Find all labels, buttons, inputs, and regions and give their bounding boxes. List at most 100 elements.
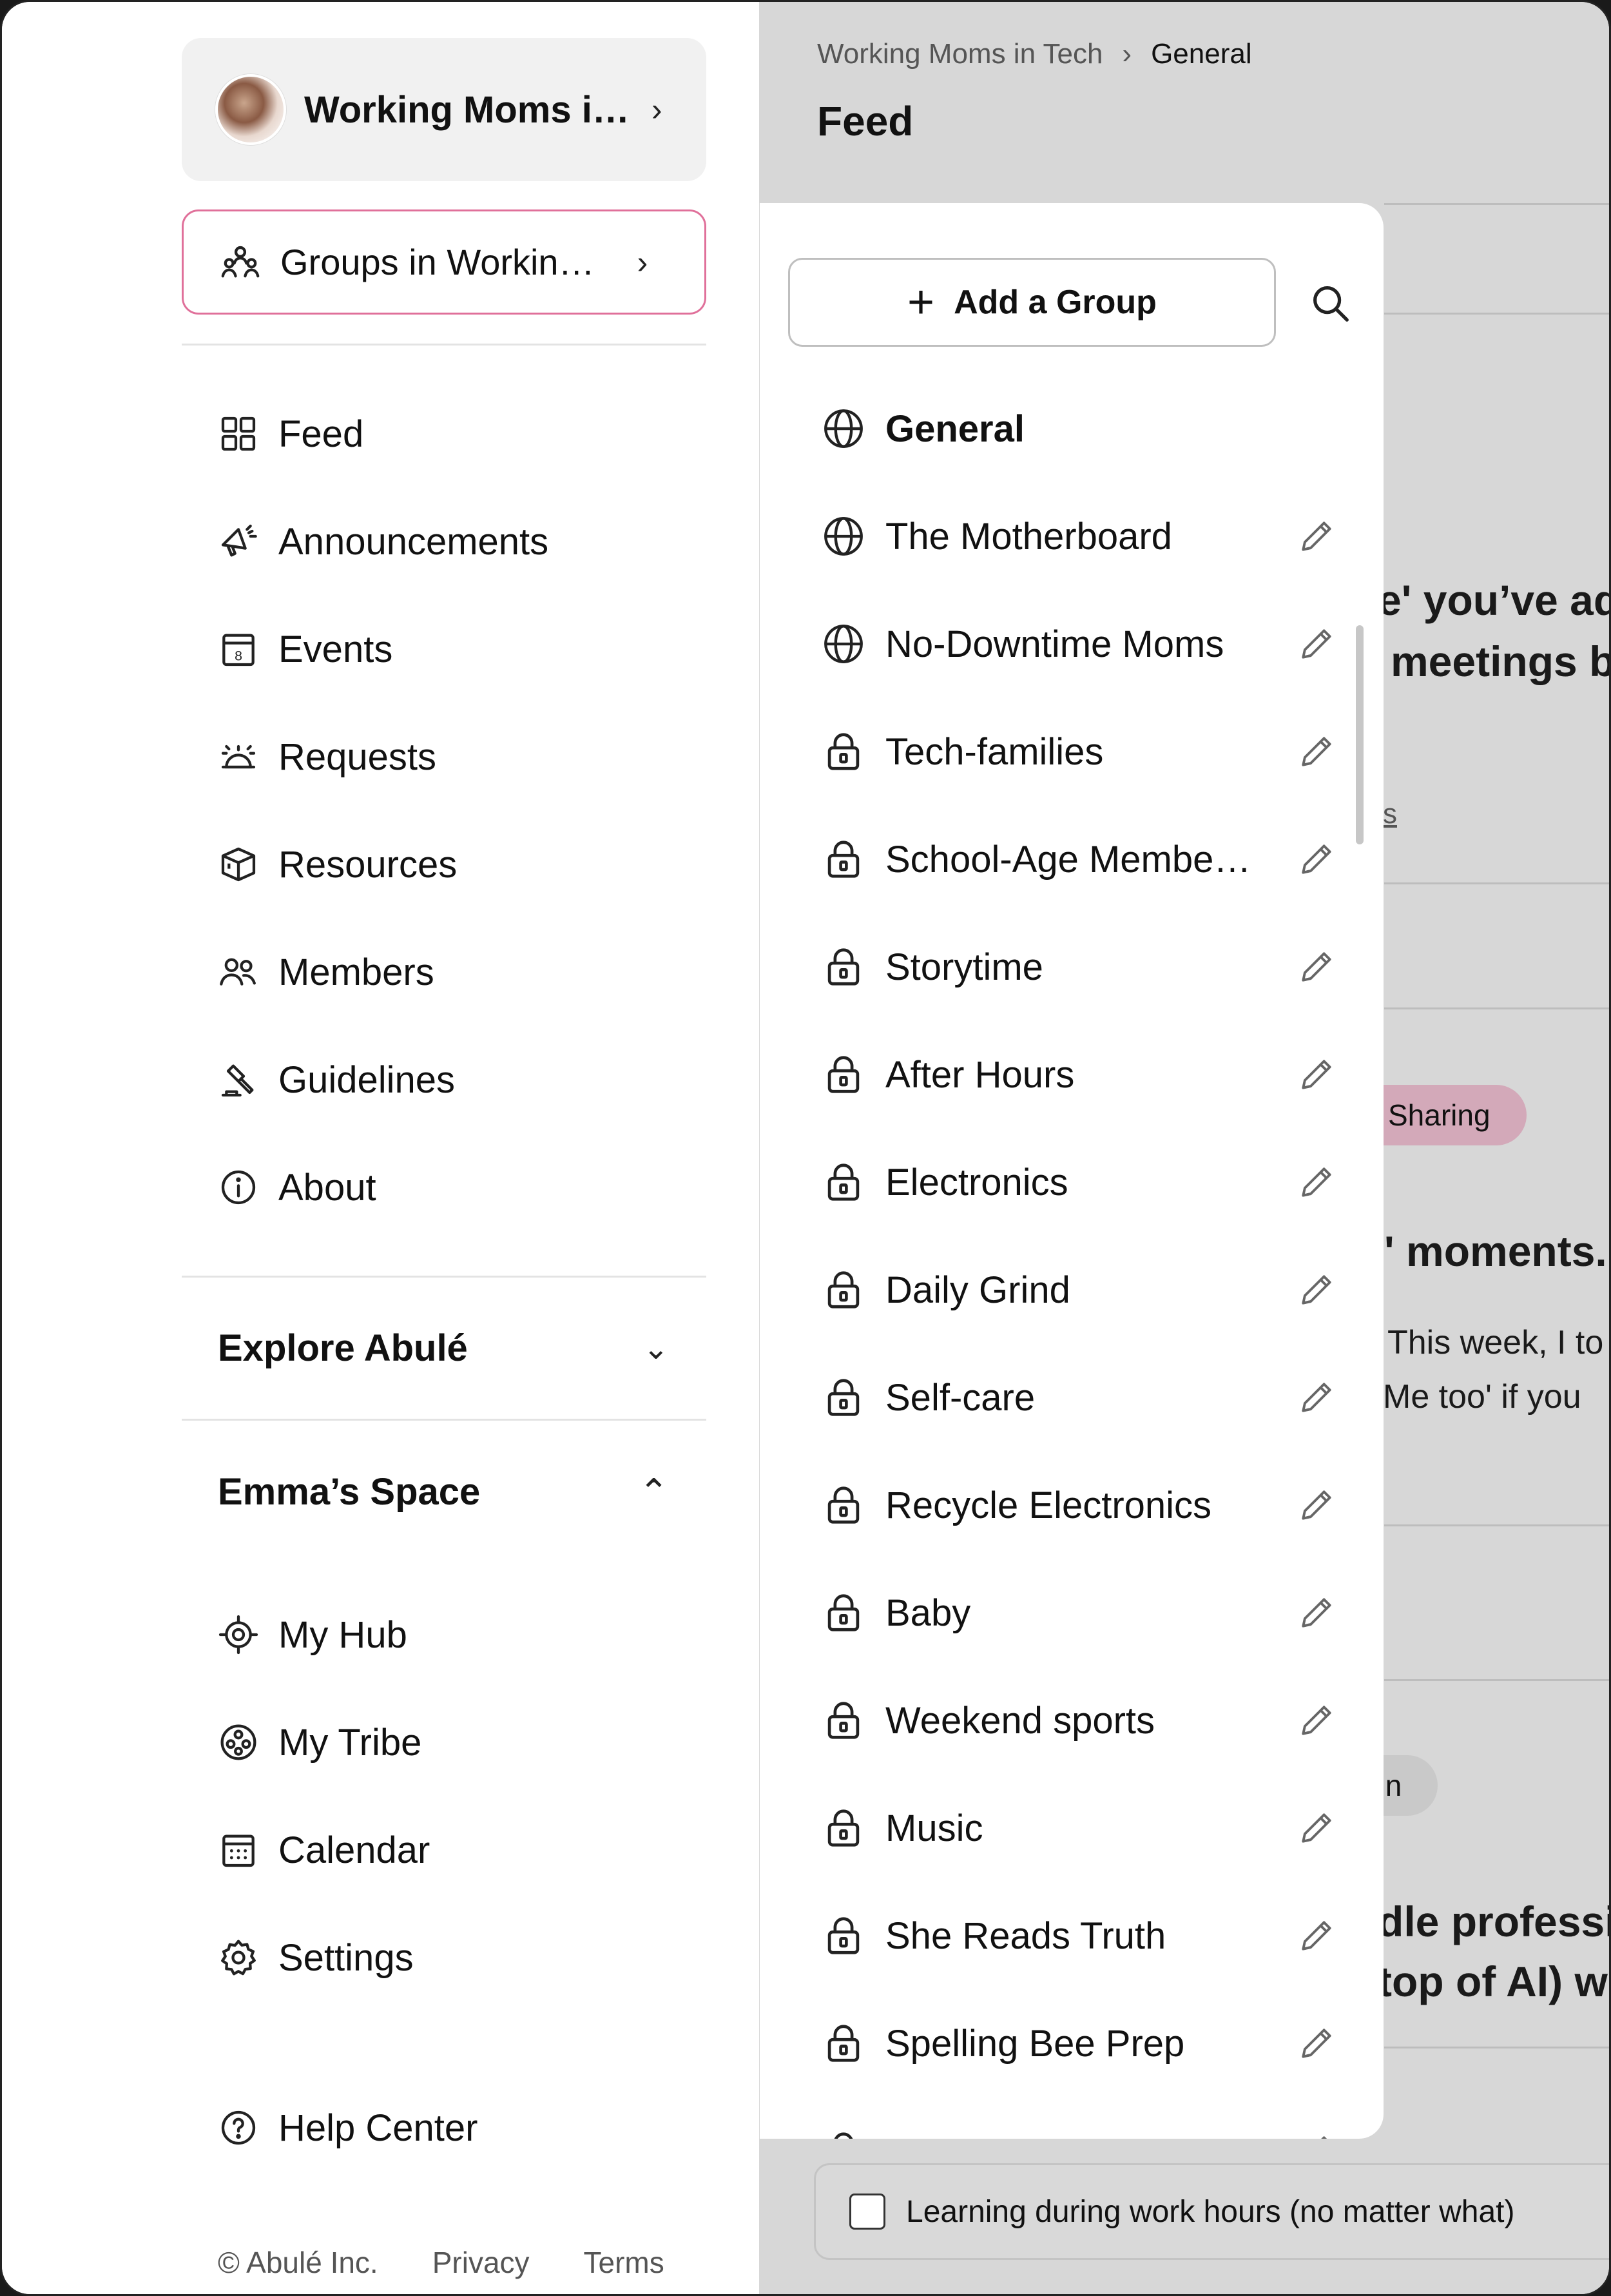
group-item[interactable]: Music	[821, 1796, 1331, 1860]
help-icon	[221, 2110, 256, 2145]
group-name: Storytime	[885, 946, 1043, 988]
search-icon[interactable]	[1307, 280, 1353, 326]
group-item[interactable]: After Hours	[821, 1042, 1331, 1107]
pencil-icon[interactable]	[1297, 1700, 1336, 1740]
post-fragment: top of AI) wh	[1378, 1958, 1611, 2005]
nav-item-settings[interactable]: Settings	[218, 1925, 414, 1990]
group-name: Self-care	[885, 1376, 1036, 1419]
divider	[182, 1419, 706, 1421]
terms-link[interactable]: Terms	[584, 2245, 664, 2280]
nav-item-guidelines[interactable]: Guidelines	[218, 1047, 455, 1112]
breadcrumb-current: General	[1151, 38, 1252, 70]
nav-item-about[interactable]: About	[218, 1155, 376, 1220]
chevron-right-icon: ›	[1122, 38, 1132, 70]
group-item[interactable]: School-Age Membe…	[821, 827, 1331, 891]
members-icon	[220, 958, 256, 986]
breadcrumb-parent[interactable]: Working Moms in Tech	[817, 38, 1103, 70]
pencil-icon[interactable]	[1297, 947, 1336, 987]
group-name: After Hours	[885, 1053, 1075, 1096]
add-group-button[interactable]: + Add a Group	[788, 258, 1276, 347]
nav-label: Events	[278, 628, 393, 670]
explore-title: Explore Abulé	[218, 1327, 468, 1369]
chevron-down-icon: ⌄	[642, 1331, 669, 1366]
pencil-icon[interactable]	[1297, 1485, 1336, 1525]
group-item[interactable]: Electronics	[821, 1150, 1331, 1214]
group-name: She Reads Truth	[885, 1914, 1166, 1957]
divider	[1384, 882, 1609, 884]
nav-item-members[interactable]: Members	[218, 940, 434, 1004]
nav-item-my-tribe[interactable]: My Tribe	[218, 1710, 421, 1775]
poll-option[interactable]: Learning during work hours (no matter wh…	[814, 2163, 1609, 2260]
explore-section-toggle[interactable]: Explore Abulé ⌄	[218, 1327, 669, 1370]
pencil-icon[interactable]	[1297, 624, 1336, 664]
lock-icon	[827, 841, 860, 878]
groups-button[interactable]: Groups in Workin… ›	[182, 209, 706, 315]
lock-icon	[827, 1486, 860, 1524]
lock-icon	[827, 2025, 860, 2062]
space-section-toggle[interactable]: Emma’s Space ⌃	[218, 1470, 669, 1513]
nav-label: Guidelines	[278, 1058, 456, 1101]
chevron-up-icon: ⌃	[639, 1471, 669, 1512]
groups-button-label: Groups in Workin…	[280, 242, 595, 282]
nav-item-calendar[interactable]: Calendar	[218, 1818, 430, 1882]
nav-item-requests[interactable]: Requests	[218, 725, 436, 789]
calendar-icon	[222, 1834, 255, 1867]
globe-icon	[824, 625, 863, 663]
scrollbar[interactable]	[1356, 625, 1364, 844]
lock-icon	[827, 1917, 860, 1954]
poll-checkbox[interactable]	[849, 2194, 885, 2230]
pencil-icon[interactable]	[1297, 839, 1336, 879]
gavel-icon	[221, 1064, 254, 1097]
lock-icon	[827, 1809, 860, 1847]
plus-icon: +	[907, 277, 935, 328]
pencil-icon[interactable]	[1297, 1270, 1336, 1310]
divider	[1384, 1007, 1609, 1009]
group-item[interactable]: Spelling Bee Prep	[821, 2011, 1331, 2076]
community-switcher[interactable]: Working Moms i… ›	[182, 38, 706, 181]
group-name: School-Age Membe…	[885, 838, 1251, 880]
pencil-icon[interactable]	[1297, 2131, 1336, 2139]
nav-item-feed[interactable]: Feed	[218, 402, 363, 466]
group-item[interactable]: Weekend sports	[821, 1688, 1331, 1753]
pencil-icon[interactable]	[1297, 516, 1336, 556]
group-item[interactable]: Storytime	[821, 935, 1331, 999]
pencil-icon[interactable]	[1297, 1593, 1336, 1633]
group-name: Spelling Bee Prep	[885, 2022, 1185, 2065]
group-name: Baby	[885, 1591, 971, 1634]
pencil-icon[interactable]	[1297, 1377, 1336, 1417]
pencil-icon[interactable]	[1297, 1162, 1336, 1202]
group-name: Tech-families	[885, 730, 1104, 773]
lock-icon	[834, 2132, 853, 2139]
group-item[interactable]: The Motherboard	[821, 504, 1331, 569]
post-fragment: This week, I to	[1387, 1324, 1604, 1361]
chevron-right-icon: ›	[651, 92, 662, 128]
pencil-icon[interactable]	[1297, 1916, 1336, 1956]
app-frame: Working Moms i… › Groups in Workin… › Fe…	[0, 0, 1611, 2296]
post-fragment: dle professio	[1378, 1898, 1609, 1945]
nav-item-events[interactable]: 8 Events	[218, 617, 392, 681]
nav-item-my-hub[interactable]: My Hub	[218, 1602, 407, 1667]
nav-label: Help Center	[278, 2106, 478, 2149]
calendar-day-icon: 8	[222, 634, 255, 666]
pencil-icon[interactable]	[1297, 1055, 1336, 1094]
group-item[interactable]: General	[821, 396, 1330, 461]
group-item-partial[interactable]	[821, 2119, 1330, 2139]
group-item[interactable]: Baby	[821, 1581, 1331, 1645]
group-item[interactable]: Tech-families	[821, 719, 1331, 784]
pencil-icon[interactable]	[1297, 1808, 1336, 1848]
group-item[interactable]: Self-care	[821, 1365, 1331, 1430]
group-item[interactable]: No-Downtime Moms	[821, 612, 1331, 676]
privacy-link[interactable]: Privacy	[432, 2245, 530, 2280]
nav-item-resources[interactable]: Resources	[218, 832, 457, 897]
tribe-icon	[220, 1724, 256, 1760]
pencil-icon[interactable]	[1297, 732, 1336, 772]
group-name: Recycle Electronics	[885, 1484, 1212, 1526]
group-item[interactable]: Recycle Electronics	[821, 1473, 1331, 1537]
globe-icon	[824, 517, 863, 556]
group-item[interactable]: Daily Grind	[821, 1258, 1331, 1322]
group-name: The Motherboard	[885, 515, 1172, 558]
pencil-icon[interactable]	[1297, 2023, 1336, 2063]
nav-item-help-center[interactable]: Help Center	[218, 2096, 478, 2160]
group-item[interactable]: She Reads Truth	[821, 1903, 1331, 1968]
nav-item-announcements[interactable]: Announcements	[218, 509, 548, 574]
